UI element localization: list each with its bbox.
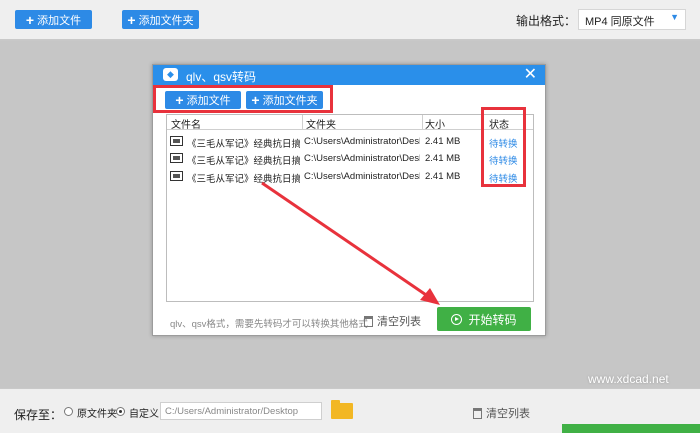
- trash-icon: [473, 407, 482, 419]
- custom-folder-radio[interactable]: [116, 407, 125, 416]
- custom-folder-label: 自定义: [129, 409, 159, 420]
- original-folder-radio[interactable]: [64, 407, 73, 416]
- folder-icon[interactable]: [331, 400, 353, 419]
- original-folder-label: 原文件夹: [77, 409, 117, 420]
- save-to-label: 保存至：: [14, 408, 63, 422]
- annotation-arrow: [261, 181, 440, 305]
- bottom-start-button[interactable]: [562, 424, 700, 433]
- bottom-clear-list-label: 清空列表: [486, 408, 530, 420]
- bottom-clear-list-button[interactable]: 清空列表: [473, 405, 530, 421]
- save-path-input[interactable]: C:/Users/Administrator/Desktop: [160, 402, 322, 420]
- watermark: www.xdcad.net: [588, 372, 669, 386]
